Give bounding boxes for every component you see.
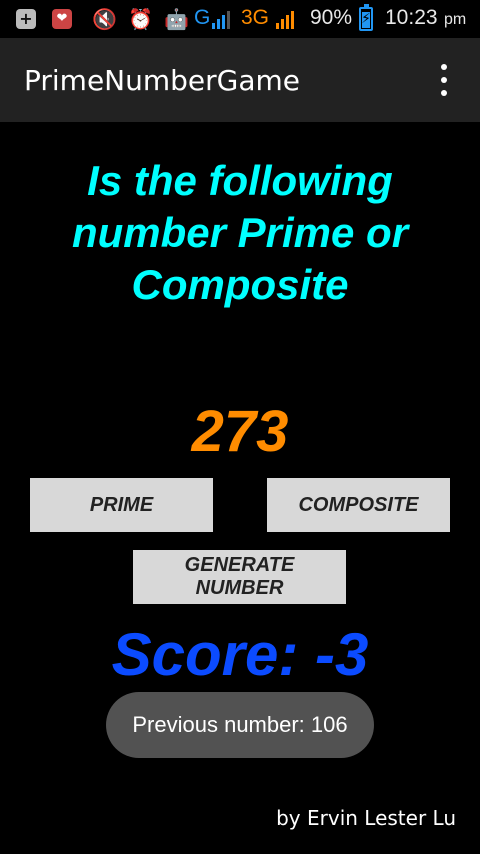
action-bar: PrimeNumberGame [0,38,480,122]
score-display: Score: -3 [111,621,369,688]
current-number: 273 [191,399,289,464]
lips-icon: ❤ [52,7,72,31]
android-icon: 🤖 [164,7,189,31]
overflow-menu-icon[interactable] [432,64,456,96]
signal-1-icon [212,9,230,29]
battery-icon: ⚡ [359,4,373,31]
notification-plus-icon: + [16,7,36,31]
network-type-2: 3G [241,6,270,29]
app-title: PrimeNumberGame [24,64,301,97]
author-credit: by Ervin Lester Lu [276,806,456,830]
status-bar: + ❤ 🔇 ⏰ 🤖 G 3G 90% ⚡ 10:23 pm [0,0,480,38]
network-type-1: G [194,6,211,29]
battery-percent: 90% [310,6,353,29]
composite-button[interactable]: COMPOSITE [267,478,450,532]
signal-2-icon [276,9,294,29]
previous-number-toast: Previous number: 106 [106,692,374,758]
prime-button[interactable]: PRIME [30,478,213,532]
generate-number-button[interactable]: GENERATE NUMBER [133,550,346,604]
clock-time: 10:23 [385,6,438,29]
mute-icon: 🔇 [92,7,117,31]
question-text: Is the following number Prime or Composi… [71,157,409,308]
alarm-icon: ⏰ [128,7,153,31]
clock-ampm: pm [444,11,467,28]
